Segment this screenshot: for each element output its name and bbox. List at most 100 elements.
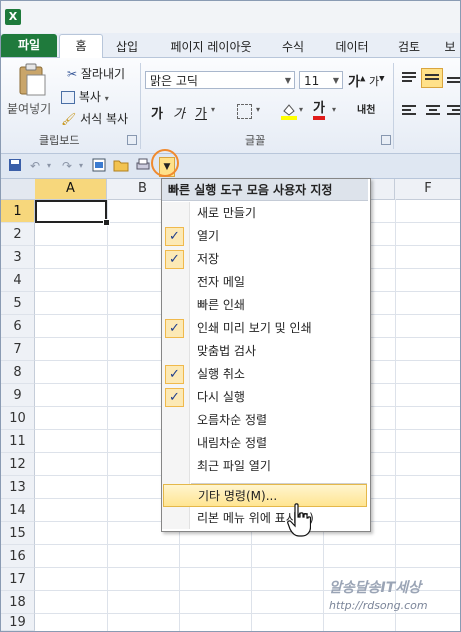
highlight-circle — [151, 149, 179, 177]
paste-button-label[interactable]: 붙여넣기 — [7, 100, 51, 117]
row-header[interactable]: 14 — [1, 499, 35, 522]
row-header[interactable]: 8 — [1, 361, 35, 384]
menu-item-open[interactable]: ✓ 열기 — [162, 225, 368, 248]
excel-window: X 파일 홈 삽입 페이지 레이아웃 수식 데이터 검토 보 붙여넣기 ✂ 잘라… — [0, 0, 461, 632]
align-top-icon[interactable] — [401, 71, 417, 85]
tab-view-partial[interactable]: 보 — [439, 37, 460, 57]
scissors-icon: ✂ — [67, 67, 78, 81]
menu-item-sort-descending[interactable]: 내림차순 정렬 — [162, 432, 368, 455]
phonetic-guide-button[interactable]: 내천 — [357, 101, 375, 116]
menu-item-sort-ascending[interactable]: 오름차순 정렬 — [162, 409, 368, 432]
fill-color-icon[interactable] — [281, 102, 297, 120]
format-painter-button[interactable]: 🖌 서식 복사 — [61, 110, 128, 127]
checkmark-icon: ✓ — [165, 227, 184, 246]
tab-review[interactable]: 검토 — [389, 37, 429, 57]
row-header[interactable]: 18 — [1, 591, 35, 614]
checkmark-icon: ✓ — [165, 388, 184, 407]
menu-item-new[interactable]: 새로 만들기 — [162, 202, 368, 225]
quick-print-icon[interactable] — [135, 158, 151, 174]
font-group-label: 글꼴 — [245, 134, 266, 147]
row-header[interactable]: 16 — [1, 545, 35, 568]
menu-item-undo[interactable]: ✓ 실행 취소 — [162, 363, 368, 386]
row-header[interactable]: 5 — [1, 292, 35, 315]
checkmark-icon: ✓ — [165, 365, 184, 384]
tab-file[interactable]: 파일 — [1, 34, 57, 57]
checkmark-icon: ✓ — [165, 250, 184, 269]
row-header[interactable]: 19 — [1, 614, 35, 631]
align-middle-button[interactable] — [421, 68, 443, 88]
chevron-down-icon: ▼ — [284, 76, 291, 85]
chevron-down-icon[interactable]: ▾ — [299, 105, 303, 114]
chevron-down-icon[interactable]: ▾ — [211, 105, 215, 114]
menu-item-show-above-ribbon[interactable]: 리본 메뉴 위에 표시(S) — [162, 507, 368, 530]
watermark-url: http://rdsong.com — [329, 599, 428, 612]
row-header[interactable]: 6 — [1, 315, 35, 338]
column-header-a[interactable]: A — [35, 179, 107, 199]
print-preview-icon[interactable] — [91, 158, 107, 174]
watermark-title: 알송달송IT세상 — [329, 580, 422, 596]
chevron-down-icon[interactable]: ▾ — [332, 105, 336, 114]
row-header[interactable]: 9 — [1, 384, 35, 407]
font-size-combo[interactable]: 11 ▼ — [299, 71, 343, 89]
menu-item-email[interactable]: 전자 메일 — [162, 271, 368, 294]
row-header[interactable]: 7 — [1, 338, 35, 361]
align-bottom-icon[interactable] — [447, 71, 461, 85]
cut-button[interactable]: ✂ 잘라내기 — [67, 65, 125, 82]
italic-button[interactable]: 가 — [173, 103, 185, 122]
row-header[interactable]: 17 — [1, 568, 35, 591]
active-cell-a1[interactable] — [35, 200, 107, 223]
borders-icon[interactable] — [237, 104, 252, 119]
row-header[interactable]: 15 — [1, 522, 35, 545]
chevron-down-icon[interactable]: ▾ — [256, 105, 260, 114]
bold-button[interactable]: 가 — [151, 103, 163, 122]
paste-icon[interactable] — [15, 63, 49, 97]
copy-icon — [61, 91, 75, 104]
row-header[interactable]: 12 — [1, 453, 35, 476]
column-header-f[interactable]: F — [395, 179, 460, 199]
caret-down-icon: ▼ — [379, 74, 385, 83]
hand-cursor-icon — [287, 503, 311, 537]
clipboard-dialog-launcher-icon[interactable] — [127, 135, 137, 145]
tab-insert[interactable]: 삽입 — [107, 37, 147, 57]
tab-formulas[interactable]: 수식 — [273, 37, 313, 57]
grid-line — [35, 567, 460, 568]
menu-item-save[interactable]: ✓ 저장 — [162, 248, 368, 271]
tab-page-layout[interactable]: 페이지 레이아웃 — [161, 37, 261, 57]
font-color-button[interactable]: 가 — [313, 101, 325, 120]
clipboard-group-label: 클립보드 — [39, 134, 80, 147]
font-dialog-launcher-icon[interactable] — [381, 135, 391, 145]
menu-item-redo[interactable]: ✓ 다시 실행 — [162, 386, 368, 409]
ribbon-group-separator — [140, 63, 141, 149]
row-header[interactable]: 11 — [1, 430, 35, 453]
align-right-icon[interactable] — [447, 104, 461, 118]
open-folder-icon[interactable] — [113, 158, 129, 174]
underline-button[interactable]: 가 — [195, 103, 207, 122]
menu-item-print-preview[interactable]: ✓ 인쇄 미리 보기 및 인쇄 — [162, 317, 368, 340]
chevron-down-icon[interactable]: ▾ — [73, 158, 89, 174]
tab-data[interactable]: 데이터 — [327, 37, 377, 57]
align-left-icon[interactable] — [401, 104, 417, 118]
row-header[interactable]: 10 — [1, 407, 35, 430]
format-painter-icon: 🖌 — [61, 112, 77, 126]
menu-item-spelling[interactable]: 맞춤법 검사 — [162, 340, 368, 363]
menu-item-more-commands[interactable]: 기타 명령(M)... — [163, 484, 367, 507]
row-header[interactable]: 4 — [1, 269, 35, 292]
align-center-icon[interactable] — [425, 104, 441, 118]
font-name-combo[interactable]: 맑은 고딕 ▼ — [145, 71, 295, 89]
row-header[interactable]: 2 — [1, 223, 35, 246]
excel-logo-icon[interactable]: X — [5, 9, 21, 25]
chevron-down-icon: ▾ — [104, 94, 109, 103]
row-header[interactable]: 13 — [1, 476, 35, 499]
select-all-corner[interactable] — [1, 179, 36, 199]
copy-button[interactable]: 복사 ▾ — [61, 88, 109, 105]
shrink-font-button[interactable]: 가▼ — [369, 73, 385, 89]
menu-item-quick-print[interactable]: 빠른 인쇄 — [162, 294, 368, 317]
row-header[interactable]: 3 — [1, 246, 35, 269]
grow-font-button[interactable]: 가▲ — [348, 71, 365, 90]
save-icon[interactable] — [7, 158, 23, 174]
tab-home[interactable]: 홈 — [59, 34, 103, 59]
menu-item-recent-files[interactable]: 최근 파일 열기 — [162, 455, 368, 478]
chevron-down-icon[interactable]: ▾ — [41, 158, 57, 174]
fill-handle[interactable] — [103, 219, 110, 226]
row-header[interactable]: 1 — [1, 200, 35, 223]
